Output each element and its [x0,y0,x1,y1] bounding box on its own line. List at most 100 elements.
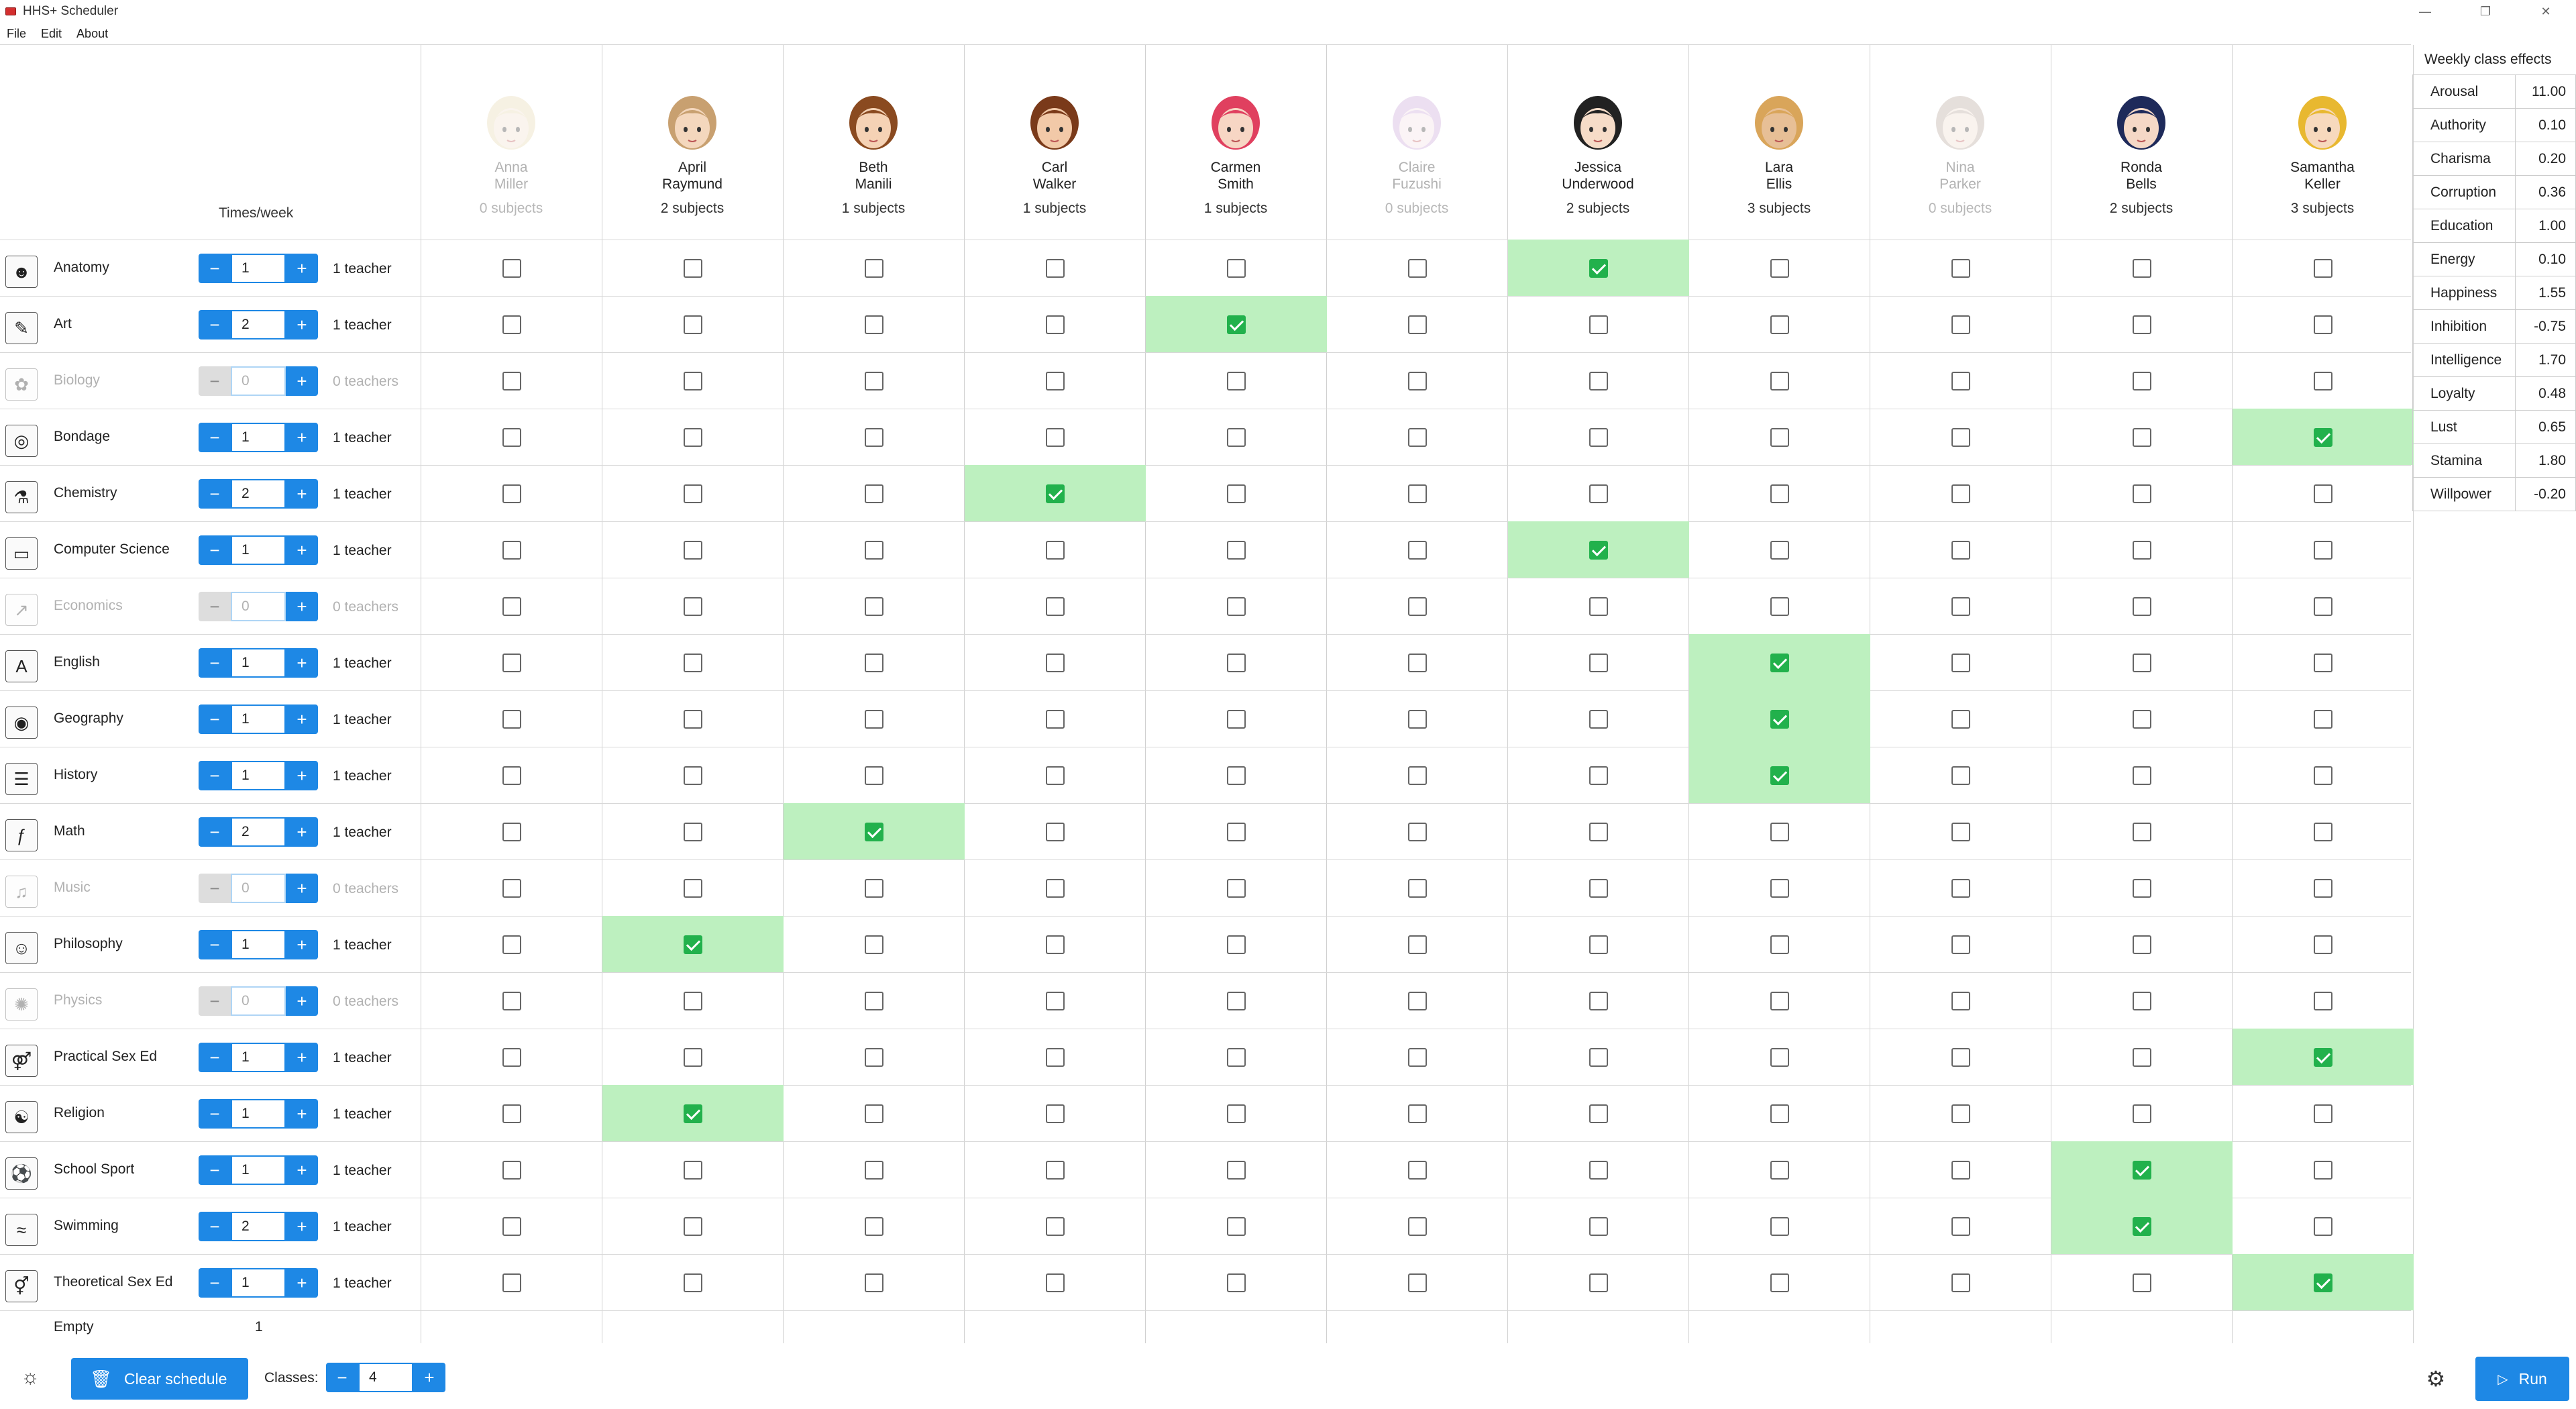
assignment-checkbox[interactable] [1046,710,1065,729]
assignment-checkbox[interactable] [1408,710,1427,729]
assignment-checkbox[interactable] [1770,935,1789,954]
assignment-checkbox[interactable] [865,1217,883,1236]
assignment-checkbox[interactable] [1770,541,1789,560]
times-increment-button[interactable]: + [286,930,318,959]
assignment-checkbox[interactable] [1951,428,1970,447]
times-decrement-button[interactable]: − [199,310,231,340]
assignment-checkbox[interactable] [1589,597,1608,616]
assignment-checkbox[interactable] [684,992,702,1010]
assignment-checkbox[interactable] [1227,710,1246,729]
times-week-input[interactable]: 1 [231,648,286,678]
assignment-checkbox[interactable] [2133,823,2151,841]
teacher-header[interactable]: Lara Ellis 3 subjects [1688,45,1870,240]
assignment-checkbox[interactable] [1227,1273,1246,1292]
assignment-checkbox[interactable] [502,1104,521,1123]
assignment-checkbox[interactable] [1408,992,1427,1010]
times-week-input[interactable]: 1 [231,535,286,565]
assignment-checkbox[interactable] [2314,1161,2332,1180]
teacher-header[interactable]: Beth Manili 1 subjects [783,45,964,240]
assignment-checkbox[interactable] [1227,654,1246,672]
assignment-checkbox[interactable] [1408,315,1427,334]
assignment-checkbox[interactable] [1589,823,1608,841]
assignment-checkbox[interactable] [502,654,521,672]
assignment-checkbox[interactable] [1589,1273,1608,1292]
assignment-checkbox[interactable] [1589,1048,1608,1067]
assignment-checkbox[interactable] [1046,259,1065,278]
assignment-checkbox[interactable] [1408,766,1427,785]
assignment-checkbox[interactable] [2314,766,2332,785]
times-week-input[interactable]: 2 [231,817,286,847]
assignment-checkbox[interactable] [1589,1161,1608,1180]
assignment-checkbox[interactable] [1951,1217,1970,1236]
assignment-checkbox[interactable] [1046,1217,1065,1236]
assignment-checkbox[interactable] [1227,541,1246,560]
assignment-checkbox[interactable] [2133,1104,2151,1123]
assignment-checkbox[interactable] [1589,428,1608,447]
theme-toggle-icon[interactable]: ☼ [19,1366,42,1389]
assignment-checkbox[interactable] [1227,315,1246,334]
times-decrement-button[interactable]: − [199,254,231,283]
times-decrement-button[interactable]: − [199,592,231,621]
assignment-checkbox[interactable] [1046,484,1065,503]
assignment-checkbox[interactable] [1408,823,1427,841]
assignment-checkbox[interactable] [1046,541,1065,560]
times-week-input[interactable]: 1 [231,761,286,790]
times-decrement-button[interactable]: − [199,817,231,847]
assignment-checkbox[interactable] [1227,992,1246,1010]
classes-input[interactable]: 4 [358,1363,413,1392]
assignment-checkbox[interactable] [1227,1217,1246,1236]
times-decrement-button[interactable]: − [199,648,231,678]
assignment-checkbox[interactable] [502,428,521,447]
times-decrement-button[interactable]: − [199,930,231,959]
assignment-checkbox[interactable] [865,315,883,334]
assignment-checkbox[interactable] [2314,597,2332,616]
assignment-checkbox[interactable] [865,597,883,616]
assignment-checkbox[interactable] [1046,1104,1065,1123]
assignment-checkbox[interactable] [2133,541,2151,560]
assignment-checkbox[interactable] [1770,766,1789,785]
assignment-checkbox[interactable] [684,372,702,390]
assignment-checkbox[interactable] [684,879,702,898]
times-increment-button[interactable]: + [286,535,318,565]
times-increment-button[interactable]: + [286,1043,318,1072]
teacher-header[interactable]: Jessica Underwood 2 subjects [1507,45,1688,240]
assignment-checkbox[interactable] [1951,1273,1970,1292]
assignment-checkbox[interactable] [1589,259,1608,278]
assignment-checkbox[interactable] [1408,1048,1427,1067]
assignment-checkbox[interactable] [502,1217,521,1236]
assignment-checkbox[interactable] [865,1104,883,1123]
assignment-checkbox[interactable] [865,879,883,898]
times-week-input[interactable]: 2 [231,1212,286,1241]
assignment-checkbox[interactable] [1770,1104,1789,1123]
times-increment-button[interactable]: + [286,479,318,509]
times-increment-button[interactable]: + [286,592,318,621]
assignment-checkbox[interactable] [1589,315,1608,334]
assignment-checkbox[interactable] [2314,1048,2332,1067]
times-decrement-button[interactable]: − [199,874,231,903]
assignment-checkbox[interactable] [1227,1104,1246,1123]
assignment-checkbox[interactable] [2133,879,2151,898]
times-decrement-button[interactable]: − [199,423,231,452]
assignment-checkbox[interactable] [865,654,883,672]
assignment-checkbox[interactable] [1227,879,1246,898]
assignment-checkbox[interactable] [684,1048,702,1067]
assignment-checkbox[interactable] [1951,879,1970,898]
assignment-checkbox[interactable] [2314,654,2332,672]
assignment-checkbox[interactable] [1951,541,1970,560]
assignment-checkbox[interactable] [2314,428,2332,447]
assignment-checkbox[interactable] [2133,428,2151,447]
assignment-checkbox[interactable] [1770,879,1789,898]
teacher-header[interactable]: Carmen Smith 1 subjects [1145,45,1326,240]
assignment-checkbox[interactable] [502,259,521,278]
assignment-checkbox[interactable] [1589,992,1608,1010]
assignment-checkbox[interactable] [1951,484,1970,503]
assignment-checkbox[interactable] [1770,1273,1789,1292]
times-week-input[interactable]: 0 [231,592,286,621]
assignment-checkbox[interactable] [1227,1161,1246,1180]
assignment-checkbox[interactable] [1951,710,1970,729]
assignment-checkbox[interactable] [2314,935,2332,954]
assignment-checkbox[interactable] [1770,823,1789,841]
times-increment-button[interactable]: + [286,254,318,283]
times-week-input[interactable]: 0 [231,986,286,1016]
times-increment-button[interactable]: + [286,1268,318,1298]
